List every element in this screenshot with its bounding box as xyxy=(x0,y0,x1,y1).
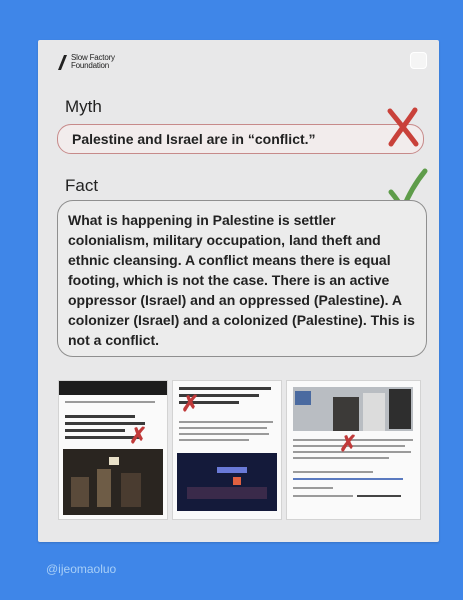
slow-factory-logo: Slow Factory Foundation xyxy=(58,54,115,70)
news-article-thumbnail: ✗ xyxy=(286,380,421,520)
fact-heading: Fact xyxy=(65,176,99,195)
logo-wordmark: Slow Factory Foundation xyxy=(71,54,115,70)
corner-square-icon xyxy=(410,52,427,69)
news-thumbnails: ✗ ✗ ✗ xyxy=(58,380,421,520)
news-article-thumbnail: ✗ xyxy=(58,380,168,520)
myth-box: Palestine and Israel are in “conflict.” xyxy=(57,124,424,154)
infographic-card: Slow Factory Foundation Myth Palestine a… xyxy=(38,40,439,542)
logo-line-2: Foundation xyxy=(71,61,110,70)
author-handle: @ijeomaoluo xyxy=(46,562,117,576)
myth-heading: Myth xyxy=(65,97,102,116)
red-x-icon xyxy=(387,107,419,147)
myth-statement: Palestine and Israel are in “conflict.” xyxy=(72,131,316,147)
fact-statement: What is happening in Palestine is settle… xyxy=(68,212,415,348)
slow-factory-logo-icon xyxy=(58,54,67,70)
fact-box: What is happening in Palestine is settle… xyxy=(57,200,427,357)
news-article-thumbnail: ✗ xyxy=(172,380,282,520)
